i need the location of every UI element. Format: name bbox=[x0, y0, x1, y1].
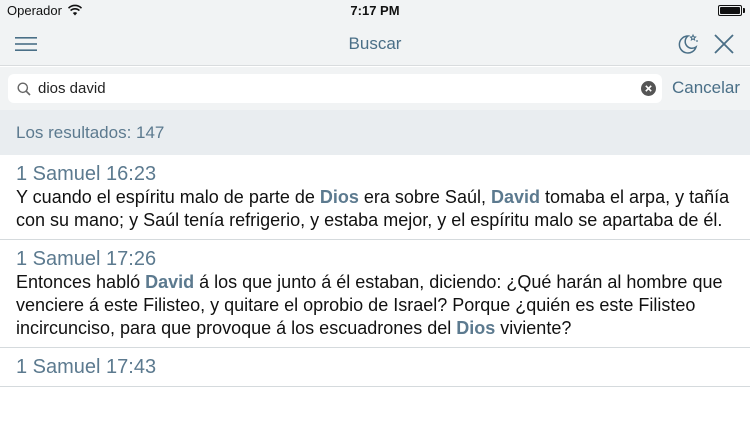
verse-segment: Entonces habló bbox=[16, 272, 146, 292]
status-bar: Operador 7:17 PM bbox=[0, 0, 750, 22]
verse-highlight: Dios bbox=[456, 318, 496, 338]
search-bar: Cancelar bbox=[0, 67, 750, 110]
verse-reference: 1 Samuel 16:23 bbox=[16, 163, 157, 185]
battery-icon bbox=[718, 5, 742, 16]
verse-segment: viviente? bbox=[495, 318, 572, 338]
close-icon[interactable] bbox=[712, 32, 736, 56]
nav-bar: Buscar bbox=[0, 22, 750, 66]
clock: 7:17 PM bbox=[350, 3, 400, 18]
results-header: Los resultados: 147 bbox=[0, 110, 750, 155]
search-icon bbox=[17, 82, 31, 96]
verse-text: Y cuando el espíritu malo de parte de Di… bbox=[16, 186, 734, 232]
verse-segment: Y cuando el espíritu malo de parte de bbox=[16, 187, 320, 207]
battery-tip bbox=[743, 8, 745, 13]
night-mode-icon[interactable] bbox=[676, 32, 700, 56]
verse-highlight: David bbox=[490, 187, 540, 207]
verse-reference: 1 Samuel 17:43 bbox=[16, 356, 157, 378]
results-count: Los resultados: 147 bbox=[16, 123, 165, 142]
verse-highlight: David bbox=[145, 272, 195, 292]
result-item[interactable]: 1 Samuel 17:26 Entonces habló David á lo… bbox=[0, 240, 750, 348]
verse-segment: era sobre Saúl, bbox=[358, 187, 491, 207]
cancel-button[interactable]: Cancelar bbox=[672, 78, 740, 98]
clear-icon[interactable] bbox=[641, 81, 656, 96]
result-item[interactable]: 1 Samuel 17:43 bbox=[0, 348, 750, 387]
search-input[interactable] bbox=[38, 74, 638, 103]
page-title: Buscar bbox=[348, 34, 402, 53]
verse-text: Entonces habló David á los que junto á é… bbox=[16, 271, 734, 340]
result-list: 1 Samuel 16:23 Y cuando el espíritu malo… bbox=[0, 155, 750, 387]
result-item[interactable]: 1 Samuel 16:23 Y cuando el espíritu malo… bbox=[0, 155, 750, 240]
verse-highlight: Dios bbox=[319, 187, 359, 207]
search-field[interactable] bbox=[8, 74, 662, 103]
verse-reference: 1 Samuel 17:26 bbox=[16, 248, 157, 270]
